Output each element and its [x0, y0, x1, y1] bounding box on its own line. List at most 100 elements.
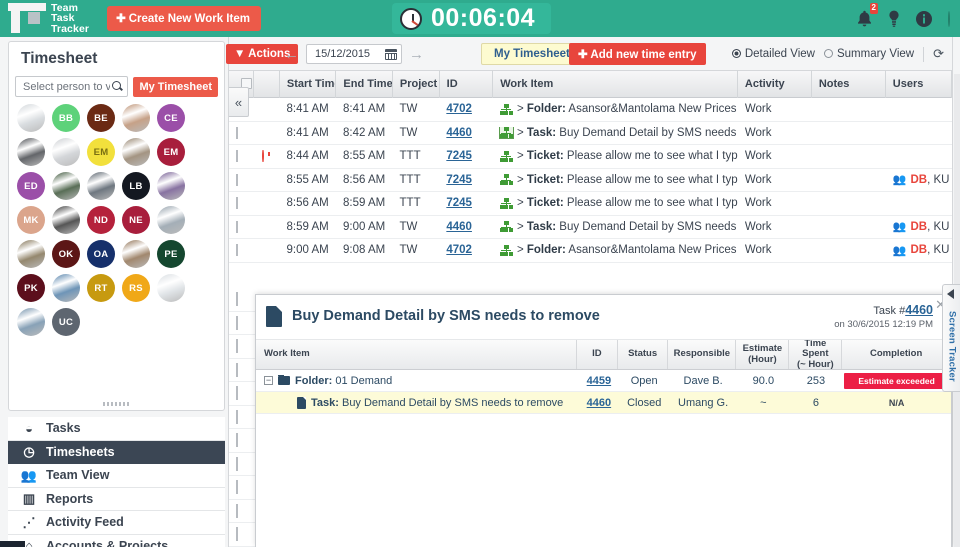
- person-search-input[interactable]: [21, 79, 113, 94]
- bell-icon[interactable]: 2: [857, 3, 878, 27]
- cell-id-link[interactable]: 4460: [446, 127, 472, 139]
- person-avatar[interactable]: CE: [157, 104, 185, 132]
- row-checkbox[interactable]: [236, 527, 238, 542]
- person-avatar[interactable]: UC: [52, 308, 80, 336]
- person-avatar[interactable]: [17, 308, 45, 336]
- row-checkbox[interactable]: [236, 362, 238, 377]
- work-item-tree-icon[interactable]: [499, 150, 513, 162]
- detail-column-header-completion[interactable]: Completion: [842, 340, 952, 369]
- row-checkbox[interactable]: [236, 503, 238, 518]
- person-avatar[interactable]: BB: [52, 104, 80, 132]
- row-checkbox[interactable]: [236, 173, 238, 186]
- person-avatar[interactable]: [52, 172, 80, 200]
- refresh-icon[interactable]: ⟳: [933, 46, 944, 62]
- detail-column-header-responsible[interactable]: Responsible: [668, 340, 737, 369]
- column-header-activity[interactable]: Activity: [738, 70, 812, 98]
- sidebar-item-tasks[interactable]: ◒ Tasks: [8, 417, 225, 441]
- person-avatar[interactable]: RT: [87, 274, 115, 302]
- column-header-notes[interactable]: Notes: [812, 70, 886, 98]
- person-avatar[interactable]: [17, 104, 45, 132]
- my-timesheet-button-left[interactable]: My Timesheet: [133, 76, 218, 97]
- person-avatar[interactable]: [157, 274, 185, 302]
- person-avatar[interactable]: [157, 172, 185, 200]
- person-avatar[interactable]: ED: [17, 172, 45, 200]
- table-row[interactable]: 8:56 AM 8:59 AM TTT 7245 > Ticket: Please al…: [229, 192, 952, 216]
- row-checkbox[interactable]: [236, 315, 238, 330]
- next-day-arrow[interactable]: →: [409, 47, 424, 62]
- detail-column-header-status[interactable]: Status: [618, 340, 669, 369]
- search-icon[interactable]: [112, 81, 123, 92]
- row-checkbox[interactable]: [236, 480, 238, 495]
- cell-id-link[interactable]: 7245: [446, 197, 472, 209]
- search-box[interactable]: [15, 76, 129, 97]
- cell-id-link[interactable]: 4460: [446, 221, 472, 233]
- row-checkbox[interactable]: [236, 292, 238, 307]
- person-avatar[interactable]: [17, 240, 45, 268]
- my-timesheet-tab[interactable]: My Timesheet: [481, 43, 583, 65]
- detail-column-header-time-spent[interactable]: Time Spent (~ Hour): [789, 338, 843, 369]
- row-checkbox[interactable]: [236, 150, 238, 163]
- sidebar-item-reports[interactable]: ▥ Reports: [8, 487, 225, 511]
- collapse-left-icon[interactable]: «: [229, 87, 249, 117]
- row-checkbox[interactable]: [236, 433, 238, 448]
- person-avatar[interactable]: BE: [87, 104, 115, 132]
- table-row[interactable]: 8:55 AM 8:56 AM TTT 7245 > Ticket: Please al…: [229, 169, 952, 192]
- date-input[interactable]: [313, 47, 385, 61]
- table-row[interactable]: 8:59 AM 9:00 AM TW 4460 > Task: Buy Demand D…: [229, 216, 952, 239]
- person-avatar[interactable]: NE: [122, 206, 150, 234]
- detail-column-header-id[interactable]: ID: [577, 340, 618, 369]
- row-expander[interactable]: −: [264, 376, 273, 385]
- sidebar-item-timesheets[interactable]: ◷ Timesheets: [8, 440, 225, 464]
- person-avatar[interactable]: ND: [87, 206, 115, 234]
- detail-table-row[interactable]: Task: Buy Demand Detail by SMS needs to …: [256, 392, 951, 414]
- person-avatar[interactable]: [52, 138, 80, 166]
- row-checkbox[interactable]: [236, 244, 238, 257]
- sidebar-item-activity-feed[interactable]: ⋰ Activity Feed: [8, 511, 225, 535]
- work-item-tree-icon[interactable]: [499, 197, 513, 209]
- person-avatar[interactable]: OA: [87, 240, 115, 268]
- lightbulb-icon[interactable]: [888, 10, 900, 27]
- timer-widget[interactable]: 00:06:04: [392, 3, 552, 34]
- detail-cell-id-link[interactable]: 4459: [587, 375, 611, 387]
- calendar-icon[interactable]: [385, 48, 397, 60]
- date-field[interactable]: [306, 44, 402, 64]
- detail-table-row[interactable]: − Folder: 01 Demand 4459 Open Dave B. 90.0 253…: [256, 370, 951, 392]
- app-logo[interactable]: Team Task Tracker: [8, 3, 89, 34]
- person-avatar[interactable]: [122, 138, 150, 166]
- row-checkbox[interactable]: [236, 220, 238, 233]
- cell-id-link[interactable]: 7245: [446, 150, 472, 162]
- detail-column-header-estimate[interactable]: Estimate (Hour): [736, 340, 790, 369]
- sidebar-item-accounts-projects[interactable]: ⌂ Accounts & Projects: [8, 534, 225, 547]
- person-avatar[interactable]: [122, 104, 150, 132]
- cell-id-link[interactable]: 4702: [446, 244, 472, 256]
- task-id-link[interactable]: 4460: [905, 303, 933, 317]
- table-row[interactable]: 9:00 AM 9:08 AM TW 4702 > Folder: Asansor&Ma…: [229, 239, 952, 263]
- column-header-id[interactable]: ID: [440, 70, 494, 98]
- work-item-tree-icon[interactable]: [499, 174, 513, 186]
- column-header-work-item[interactable]: Work Item: [493, 70, 738, 98]
- row-checkbox[interactable]: [236, 386, 238, 401]
- person-avatar[interactable]: [87, 172, 115, 200]
- person-avatar[interactable]: [17, 138, 45, 166]
- detail-cell-id-link[interactable]: 4460: [587, 397, 611, 409]
- column-header-users[interactable]: Users: [886, 70, 952, 98]
- screen-tracker-tab[interactable]: Screen Tracker: [942, 284, 960, 392]
- cell-id-link[interactable]: 7245: [446, 174, 472, 186]
- person-avatar[interactable]: EM: [87, 138, 115, 166]
- column-header-start-time[interactable]: Start Time: [280, 70, 337, 98]
- work-item-tree-icon[interactable]: [499, 103, 513, 115]
- person-avatar[interactable]: MK: [17, 206, 45, 234]
- person-avatar[interactable]: OK: [52, 240, 80, 268]
- row-checkbox[interactable]: [236, 409, 238, 424]
- person-avatar[interactable]: [52, 274, 80, 302]
- add-new-time-entry-button[interactable]: ✚ Add new time entry: [569, 43, 706, 65]
- work-item-tree-icon[interactable]: [499, 221, 513, 233]
- create-new-work-item-button[interactable]: ✚ Create New Work Item: [107, 6, 261, 31]
- detailed-view-radio[interactable]: Detailed View: [731, 48, 815, 60]
- row-checkbox[interactable]: [236, 126, 238, 139]
- work-item-tree-icon[interactable]: [499, 244, 513, 256]
- summary-view-radio[interactable]: Summary View: [823, 48, 914, 60]
- column-header-end-time[interactable]: End Time: [336, 70, 393, 98]
- detail-column-header-work-item[interactable]: Work Item: [256, 340, 577, 369]
- row-checkbox[interactable]: [236, 339, 238, 354]
